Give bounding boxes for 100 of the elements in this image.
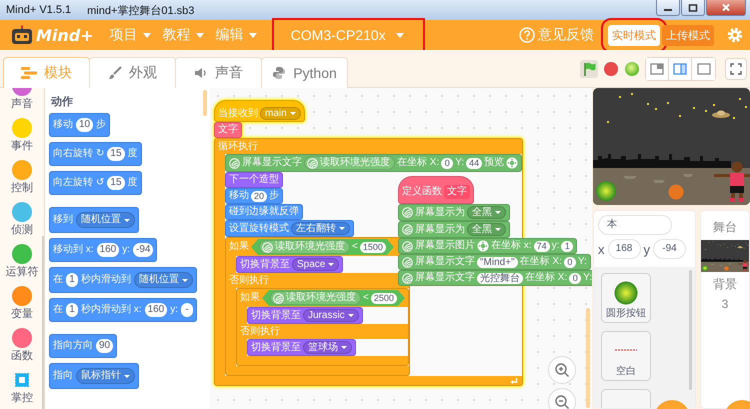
zoom-out-button[interactable] <box>548 388 576 409</box>
number-input[interactable]: 160 <box>96 243 120 257</box>
number-input[interactable]: 1 <box>561 240 574 252</box>
number-input[interactable]: 0 <box>441 158 454 168</box>
dropdown[interactable]: 随机位置 <box>134 272 193 288</box>
block-text: 预览 <box>484 157 504 169</box>
fullscreen-button[interactable] <box>725 58 747 80</box>
block-text: 向右旋转 <box>53 148 93 160</box>
number-input[interactable]: 20 <box>251 190 268 202</box>
number-input[interactable]: 0 <box>569 272 582 284</box>
file-name: mind+掌控舞台01.sb3 <box>87 4 194 18</box>
dropdown[interactable]: 左右翻转 <box>291 222 350 235</box>
category-dot[interactable] <box>12 328 32 348</box>
block-text: 读取环境光强度 <box>320 157 390 169</box>
flower-icon <box>506 157 518 169</box>
number-input[interactable]: - <box>181 303 194 317</box>
block-text: < <box>352 241 358 253</box>
block-text: ↺ <box>96 177 104 189</box>
caret-icon <box>124 374 130 378</box>
block-text: 度 <box>128 177 138 189</box>
category-label[interactable]: 事件 <box>11 140 33 153</box>
number-input[interactable]: -94 <box>133 243 154 257</box>
caret-icon <box>396 32 404 38</box>
block-text: 文字 <box>218 124 238 136</box>
app-title: Mind+ V1.5.1 <box>6 4 72 16</box>
stripes-icon <box>402 272 413 284</box>
category-dot[interactable] <box>12 202 32 222</box>
y-label: y <box>644 242 650 256</box>
stripes-icon <box>402 224 413 235</box>
x-label: x <box>598 242 604 256</box>
zoom-in-button[interactable] <box>548 356 576 384</box>
number-input[interactable]: 74 <box>534 240 550 252</box>
dropdown[interactable]: Space <box>292 258 340 271</box>
tab[interactable]: Python <box>261 57 348 88</box>
number-input[interactable]: 15 <box>107 147 125 161</box>
block-text: Y: <box>578 256 587 268</box>
text-input[interactable]: "Mind+" <box>477 256 518 268</box>
scrollbar[interactable] <box>42 236 44 409</box>
caret-icon <box>142 32 151 38</box>
category-label[interactable]: 变量 <box>11 308 33 321</box>
number-input[interactable]: 2500 <box>370 292 397 304</box>
minimize-button[interactable] <box>656 0 680 16</box>
text-input[interactable]: 光控舞台 <box>477 272 523 284</box>
category-label[interactable]: 声音 <box>11 98 33 111</box>
block-text: 屏幕显示为 <box>415 224 465 236</box>
close-button[interactable] <box>706 0 746 16</box>
block-text: 循环执行 <box>218 140 258 152</box>
caret-icon <box>339 227 345 230</box>
stripes-icon <box>307 158 318 168</box>
stripes-icon <box>273 292 284 304</box>
sprite-tile[interactable]: 空白 <box>601 331 651 381</box>
block-text: y: <box>552 240 560 252</box>
category-label[interactable]: 控制 <box>11 182 33 195</box>
dropdown[interactable]: 篮球场 <box>303 341 352 354</box>
settings-icon[interactable] <box>726 26 744 44</box>
stripes-icon <box>262 242 273 252</box>
stop-icon <box>603 60 619 76</box>
sprite-name-field[interactable]: 本 <box>598 215 672 235</box>
category-label[interactable]: 掌控 <box>11 392 33 405</box>
block-text: 切换背景至 <box>251 310 301 322</box>
caret-icon <box>341 346 347 349</box>
number-input[interactable]: 1 <box>66 303 78 317</box>
category-dot[interactable] <box>12 118 32 138</box>
number-input[interactable]: 10 <box>76 118 94 132</box>
number-input[interactable]: 44 <box>466 158 482 168</box>
number-input[interactable]: 160 <box>144 303 168 317</box>
dropdown[interactable]: 鼠标指针 <box>76 368 135 384</box>
maximize-button[interactable] <box>681 0 705 16</box>
scrollbar[interactable] <box>586 308 590 408</box>
backdrop-label: 背景 <box>713 276 737 293</box>
flag-button[interactable] <box>580 60 598 78</box>
block-text: 指向 <box>53 370 73 382</box>
tab[interactable]: 声音 <box>175 57 262 88</box>
category-dot[interactable] <box>12 286 32 306</box>
stage-layout-button[interactable] <box>646 58 669 80</box>
number-input[interactable]: 1 <box>66 273 78 287</box>
status-light-icon <box>624 60 640 76</box>
block-text: 如果 <box>240 292 260 304</box>
dropdown[interactable]: Jurassic <box>303 309 359 322</box>
category-label[interactable]: 侦测 <box>11 224 33 237</box>
category-dot[interactable] <box>12 160 32 180</box>
dropdown[interactable]: 随机位置 <box>76 212 135 228</box>
number-input[interactable]: 0 <box>564 256 576 268</box>
sprite-tile[interactable]: 圆形按钮 <box>601 273 651 323</box>
number-input[interactable]: 90 <box>96 339 114 353</box>
number-input[interactable]: 15 <box>107 176 125 190</box>
x-field[interactable]: 168 <box>608 239 640 259</box>
category-label[interactable]: 函数 <box>11 350 33 363</box>
scrollbar[interactable] <box>689 270 692 390</box>
flag-icon <box>582 62 596 76</box>
caret-icon <box>290 112 296 115</box>
category-dot[interactable] <box>12 244 32 264</box>
number-input[interactable]: 1500 <box>360 242 386 252</box>
tab[interactable]: 外观 <box>89 57 176 88</box>
category-label[interactable]: 运算符 <box>6 266 38 279</box>
y-field[interactable]: -94 <box>653 239 686 259</box>
stripes-icon <box>402 240 413 252</box>
scrollbar[interactable] <box>203 90 207 116</box>
block-text: y: <box>122 244 130 256</box>
caret-icon <box>348 314 354 317</box>
